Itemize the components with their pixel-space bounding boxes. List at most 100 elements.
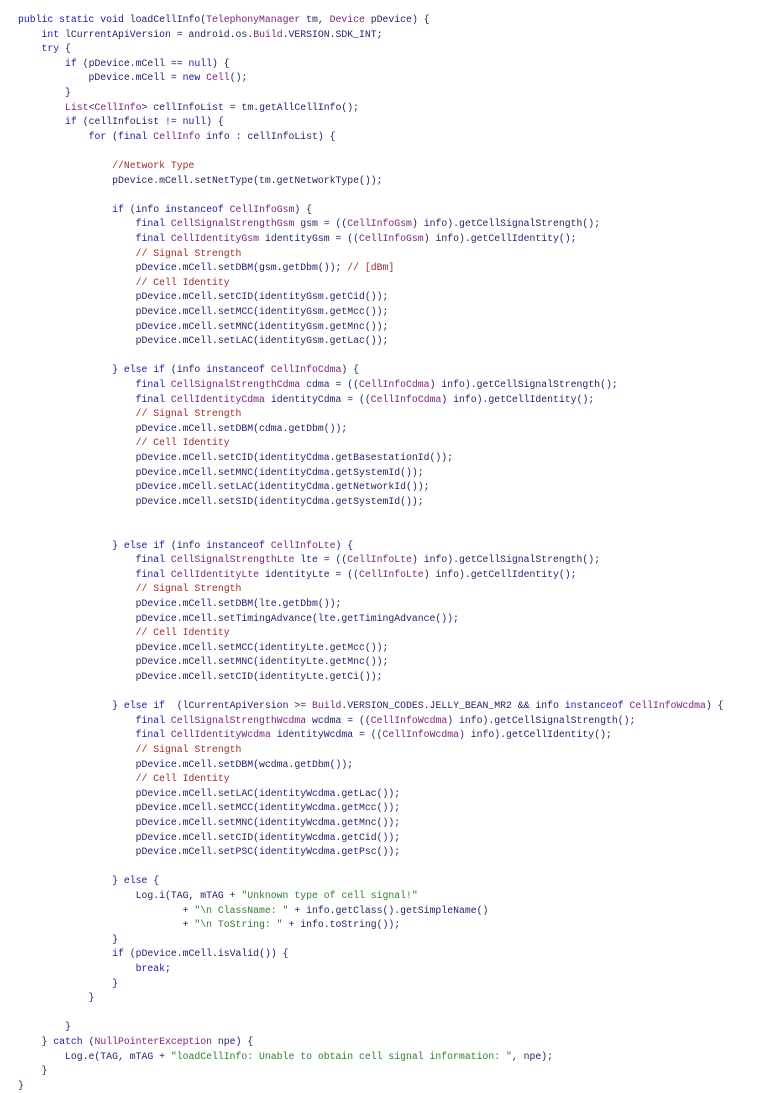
code-token: else if <box>123 364 165 376</box>
code-line: pDevice.mCell.setMNC(identityCdma.getSys… <box>18 465 424 480</box>
code-line: } catch (NullPointerException npe) { <box>18 1034 254 1049</box>
code-line: // Signal Strength <box>18 406 242 421</box>
code-line: } else if (lCurrentApiVersion >= Build.V… <box>18 698 724 713</box>
code-token: CellInfoWcdma <box>629 700 706 712</box>
code-line: Log.e(TAG, mTAG + "loadCellInfo: Unable … <box>18 1049 553 1064</box>
code-line: pDevice.mCell.setDBM(wcdma.getDbm()); <box>18 757 354 772</box>
code-token: NullPointerException <box>94 1036 213 1047</box>
code-token: ( <box>82 1036 95 1047</box>
code-token: (lCurrentApiVersion >= <box>164 700 312 712</box>
code-line: final CellIdentityLte identityLte = ((Ce… <box>18 567 577 582</box>
code-token: CellInfo <box>153 130 201 142</box>
code-token: Log.e(TAG, mTAG + <box>18 1050 171 1062</box>
code-token: CellSignalStrengthWcdma <box>170 714 307 726</box>
code-line: pDevice.mCell.setTimingAdvance(lte.getTi… <box>18 611 459 626</box>
code-token: // Cell Identity <box>135 773 230 785</box>
code-token: for <box>88 130 107 142</box>
code-token: ) info).getCellIdentity(); <box>441 393 595 405</box>
code-token: } <box>18 1065 48 1077</box>
code-token: } <box>18 933 118 945</box>
code-token: final <box>135 729 171 741</box>
code-token: ) info).getCellSignalStrength(); <box>447 714 636 726</box>
code-line: pDevice.mCell.setMNC(identityLte.getMnc(… <box>18 654 389 669</box>
code-token: ) { <box>705 700 724 712</box>
code-token: { <box>147 875 160 887</box>
code-token: final <box>135 554 171 566</box>
code-token: "\n ToString: " <box>194 919 283 931</box>
code-line: } else { <box>18 873 159 888</box>
code-token: pDevice.mCell.setDBM(lte.getDbm()); <box>18 598 342 609</box>
code-line: //Network Type <box>18 158 194 173</box>
code-token: } <box>18 539 124 551</box>
code-line: pDevice.mCell.setLAC(identityCdma.getNet… <box>18 479 430 494</box>
code-token: ) info).getCellIdentity(); <box>458 729 612 741</box>
code-line: final CellIdentityGsm identityGsm = ((Ce… <box>18 231 577 246</box>
code-token: pDevice.mCell.setDBM(wcdma.getDbm()); <box>18 758 354 770</box>
code-token: Device <box>329 14 365 25</box>
code-token: + <box>18 919 195 931</box>
code-token: catch <box>53 1036 83 1047</box>
code-token: CellInfoLte <box>359 568 424 580</box>
code-line: break; <box>18 961 171 976</box>
code-line: + "\n ToString: " + info.toString()); <box>18 917 401 932</box>
code-line: if (cellInfoList != null) { <box>18 114 224 129</box>
code-token: .VERSION_CODES.JELLY_BEAN_MR2 && info <box>341 700 565 712</box>
code-line: pDevice.mCell.setMNC(identityGsm.getMnc(… <box>18 319 389 334</box>
code-token: Build <box>311 700 342 712</box>
code-token: , npe); <box>511 1050 554 1062</box>
code-token: instanceof <box>206 539 271 551</box>
code-token: npe) { <box>212 1036 254 1047</box>
code-line: pDevice.mCell.setMCC(identityWcdma.getMc… <box>18 800 401 815</box>
code-token: else if <box>123 539 165 551</box>
code-token: "Unknown type of cell signal!" <box>241 890 418 901</box>
code-line: pDevice.mCell.setMCC(identityLte.getMcc(… <box>18 640 389 655</box>
code-token: } <box>18 992 95 1004</box>
code-line: } <box>18 1063 48 1078</box>
code-line: List<CellInfo> cellInfoList = tm.getAllC… <box>18 100 359 115</box>
code-line: pDevice.mCell.setLAC(identityGsm.getLac(… <box>18 333 389 348</box>
code-token: identityWcdma = (( <box>270 729 383 741</box>
code-token: gsm = (( <box>294 218 348 230</box>
code-token: lte = (( <box>294 554 348 566</box>
code-token: CellInfoCdma <box>370 393 442 405</box>
code-line: // Signal Strength <box>18 581 242 596</box>
code-token: public static void <box>18 14 130 25</box>
code-line: pDevice.mCell.setCID(identityCdma.getBas… <box>18 450 453 465</box>
code-line: if (info instanceof CellInfoGsm) { <box>18 202 312 217</box>
code-token: pDevice.mCell.setMNC(identityWcdma.getMn… <box>18 817 401 828</box>
code-token: List <box>65 101 89 113</box>
code-line: final CellSignalStrengthLte lte = ((Cell… <box>18 552 600 567</box>
code-token: if <box>65 116 77 128</box>
code-token: pDevice.mCell.setCID(identityLte.getCi()… <box>18 671 383 682</box>
code-token: identityCdma = (( <box>264 393 371 405</box>
code-token: { <box>59 43 71 55</box>
code-token: final <box>117 130 154 142</box>
code-token: ) { <box>335 539 354 551</box>
code-token: } <box>18 1021 71 1033</box>
code-token: "\n ClassName: " <box>194 904 289 916</box>
code-editor[interactable]: public static void loadCellInfo(Telephon… <box>0 0 770 1091</box>
code-token: final <box>135 714 171 726</box>
code-token: CellInfoCdma <box>359 379 430 390</box>
code-token: // Cell Identity <box>135 627 230 639</box>
code-token: int <box>41 28 60 40</box>
code-token: CellSignalStrengthLte <box>170 554 295 566</box>
code-token: ) info).getCellSignalStrength(); <box>411 554 601 566</box>
code-token: try <box>41 43 60 55</box>
code-token: } <box>18 1079 24 1091</box>
code-line: pDevice.mCell.setCID(identityLte.getCi()… <box>18 669 383 684</box>
code-token: CellInfoWcdma <box>382 729 459 741</box>
code-token: ( <box>106 130 118 142</box>
